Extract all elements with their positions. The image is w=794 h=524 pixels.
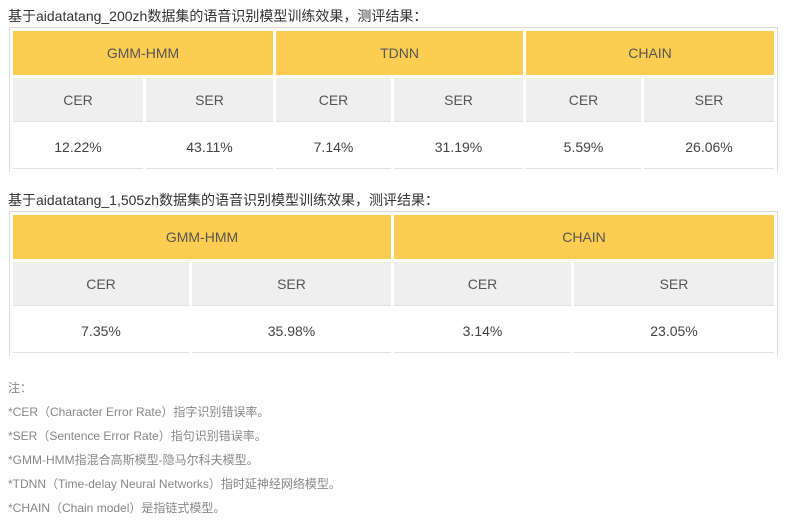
metric-header: CER (13, 78, 143, 122)
table1-caption: 基于aidatatang_200zh数据集的语音识别模型训练效果，测评结果： (8, 8, 428, 24)
metric-header: SER (394, 78, 524, 122)
note-item: *SER（Sentence Error Rate）指句识别错误率。 (8, 429, 267, 443)
model-header-row: GMM-HMM CHAIN (13, 215, 774, 259)
value-cell: 26.06% (644, 125, 775, 169)
value-cell: 7.14% (276, 125, 391, 169)
table2-caption: 基于aidatatang_1,505zh数据集的语音识别模型训练效果，测评结果： (8, 192, 439, 208)
model-header-gmm-hmm: GMM-HMM (13, 31, 273, 75)
results-table-1505zh: GMM-HMM CHAIN CER SER CER SER 7.35% 35.9… (9, 211, 778, 356)
value-cell: 5.59% (526, 125, 642, 169)
metric-header: SER (146, 78, 273, 122)
metric-header: CER (13, 262, 189, 306)
model-header-gmm-hmm: GMM-HMM (13, 215, 391, 259)
values-row: 12.22% 43.11% 7.14% 31.19% 5.59% 26.06% (13, 125, 775, 169)
metric-header: SER (574, 262, 774, 306)
note-item: *GMM-HMM指混合高斯模型-隐马尔科夫模型。 (8, 453, 259, 467)
note-item: *CHAIN（Chain model）是指链式模型。 (8, 501, 226, 515)
value-cell: 31.19% (394, 125, 524, 169)
value-cell: 43.11% (146, 125, 273, 169)
metric-header-row: CER SER CER SER CER SER (13, 78, 775, 122)
metric-header: CER (276, 78, 391, 122)
results-table-200zh: GMM-HMM TDNN CHAIN CER SER CER SER CER S… (9, 27, 779, 172)
metric-header: SER (644, 78, 775, 122)
value-cell: 23.05% (574, 309, 774, 353)
metric-header: SER (192, 262, 391, 306)
model-header-row: GMM-HMM TDNN CHAIN (13, 31, 775, 75)
value-cell: 7.35% (13, 309, 189, 353)
metric-header: CER (394, 262, 571, 306)
model-header-tdnn: TDNN (276, 31, 524, 75)
values-row: 7.35% 35.98% 3.14% 23.05% (13, 309, 774, 353)
note-item: *CER（Character Error Rate）指字识别错误率。 (8, 405, 270, 419)
notes-section: 注： *CER（Character Error Rate）指字识别错误率。 *S… (8, 376, 341, 520)
value-cell: 3.14% (394, 309, 571, 353)
metric-header-row: CER SER CER SER (13, 262, 774, 306)
value-cell: 12.22% (13, 125, 143, 169)
note-item: *TDNN（Time-delay Neural Networks）指时延神经网络… (8, 477, 341, 491)
metric-header: CER (526, 78, 642, 122)
notes-title: 注： (8, 381, 33, 395)
model-header-chain: CHAIN (394, 215, 774, 259)
value-cell: 35.98% (192, 309, 391, 353)
model-header-chain: CHAIN (526, 31, 775, 75)
